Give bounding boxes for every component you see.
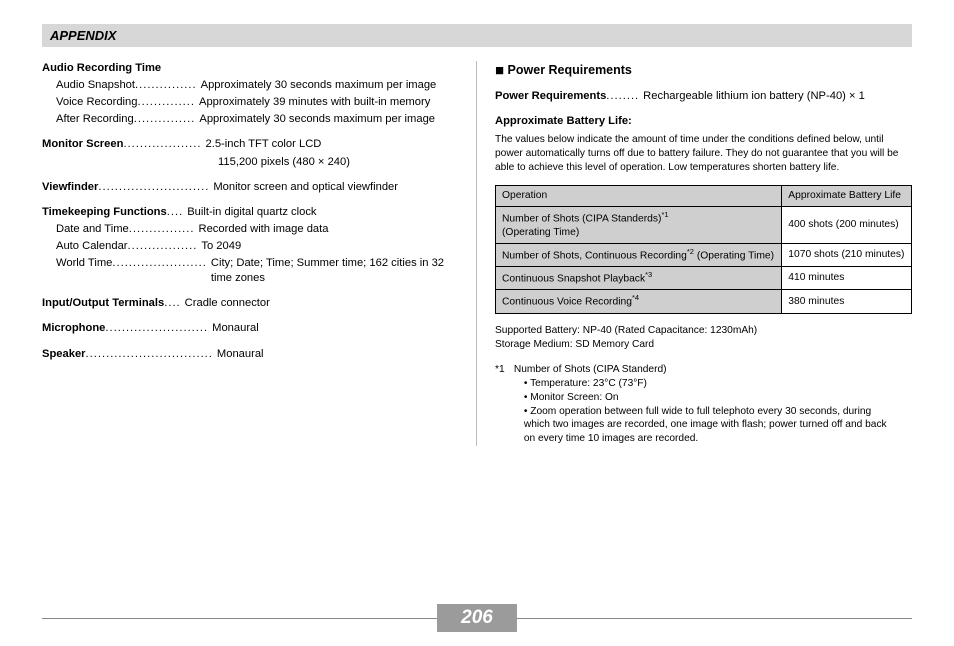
spec-label: Viewfinder [42,180,98,195]
col-battery-life: Approximate Battery Life [782,185,912,206]
supported-battery: Supported Battery: NP-40 (Rated Capacita… [495,324,912,338]
leader-dots: ........ [606,89,639,104]
monitor-group: Monitor Screen ................... 2.5-i… [42,137,458,169]
power-requirements-heading: ■ Power Requirements [495,61,912,81]
footnote-1: *1 Number of Shots (CIPA Standerd) Tempe… [495,363,912,446]
leader-dots: ................ [129,222,195,237]
op-cell: Number of Shots, Continuous Recording*2 … [496,243,782,266]
spec-value: Approximately 39 minutes with built-in m… [195,95,430,110]
val-cell: 400 shots (200 minutes) [782,206,912,243]
spec-value: Built-in digital quartz clock [183,205,316,220]
leader-dots: .............. [137,95,195,110]
timekeeping-group: Timekeeping Functions .... Built-in digi… [42,205,458,287]
footnote-bullets: Temperature: 23°C (73°F) Monitor Screen:… [514,377,894,446]
right-column: ■ Power Requirements Power Requirements … [477,61,912,446]
spec-label: Audio Snapshot [42,78,135,93]
leader-dots: ............... [134,112,196,127]
op-cell: Continuous Snapshot Playback*3 [496,267,782,290]
leader-dots: ....................... [112,256,207,286]
square-bullet-icon: ■ [495,62,504,79]
table-row: Continuous Voice Recording*4 380 minutes [496,290,912,313]
spec-label: Timekeeping Functions [42,205,167,220]
page-footer: 206 [42,604,912,632]
footer-line-right [517,618,912,619]
table-row: Number of Shots, Continuous Recording*2 … [496,243,912,266]
spec-value: Approximately 30 seconds maximum per ima… [195,112,435,127]
io-group: Input/Output Terminals .... Cradle conne… [42,296,458,311]
spec-label: World Time [42,256,112,286]
spec-label: Input/Output Terminals [42,296,164,311]
battery-life-table: Operation Approximate Battery Life Numbe… [495,185,912,314]
table-header-row: Operation Approximate Battery Life [496,185,912,206]
list-item: Temperature: 23°C (73°F) [524,377,894,391]
spec-label: Microphone [42,321,105,336]
leader-dots: ............... [135,78,197,93]
spec-value: Rechargeable lithium ion battery (NP-40)… [639,89,865,104]
battery-life-heading: Approximate Battery Life: [495,114,912,129]
power-req-spec: Power Requirements ........ Rechargeable… [495,89,912,104]
col-operation: Operation [496,185,782,206]
audio-heading: Audio Recording Time [42,61,161,76]
op-cell: Continuous Voice Recording*4 [496,290,782,313]
left-column: Audio Recording Time Audio Snapshot ....… [42,61,477,446]
val-cell: 380 minutes [782,290,912,313]
val-cell: 410 minutes [782,267,912,290]
content-columns: Audio Recording Time Audio Snapshot ....… [42,61,912,446]
leader-dots: ........................... [98,180,209,195]
footnote-marker: *1 [495,363,511,377]
spec-value: 2.5-inch TFT color LCD [202,137,322,152]
spec-value: Cradle connector [181,296,270,311]
spec-value: City; Date; Time; Summer time; 162 citie… [207,256,458,286]
spec-label: Date and Time [42,222,129,237]
mic-group: Microphone ......................... Mon… [42,321,458,336]
table-row: Continuous Snapshot Playback*3 410 minut… [496,267,912,290]
list-item: Zoom operation between full wide to full… [524,405,894,446]
spec-value: Monaural [208,321,259,336]
leader-dots: ......................... [105,321,208,336]
speaker-group: Speaker ............................... … [42,347,458,362]
leader-dots: ................. [128,239,198,254]
spec-value: To 2049 [197,239,241,254]
footnote-title: Number of Shots (CIPA Standerd) [514,364,667,375]
support-text: Supported Battery: NP-40 (Rated Capacita… [495,324,912,352]
spec-label: Monitor Screen [42,137,123,152]
audio-recording-group: Audio Recording Time Audio Snapshot ....… [42,61,458,127]
spec-label: Voice Recording [42,95,137,110]
spec-value: Monaural [213,347,264,362]
spec-value: Recorded with image data [195,222,329,237]
appendix-header: APPENDIX [42,24,912,47]
leader-dots: ................... [123,137,201,152]
spec-label: Auto Calendar [42,239,128,254]
leader-dots: ............................... [86,347,213,362]
val-cell: 1070 shots (210 minutes) [782,243,912,266]
viewfinder-group: Viewfinder ........................... M… [42,180,458,195]
storage-medium: Storage Medium: SD Memory Card [495,338,912,352]
spec-label: Speaker [42,347,86,362]
spec-value: Approximately 30 seconds maximum per ima… [197,78,437,93]
spec-label: Power Requirements [495,89,606,104]
leader-dots: .... [167,205,183,220]
list-item: Monitor Screen: On [524,391,894,405]
table-row: Number of Shots (CIPA Standerds)*1 (Oper… [496,206,912,243]
footer-line-left [42,618,437,619]
page-number: 206 [437,604,517,632]
spec-value: Monitor screen and optical viewfinder [209,180,398,195]
battery-life-description: The values below indicate the amount of … [495,133,912,174]
op-cell: Number of Shots (CIPA Standerds)*1 (Oper… [496,206,782,243]
spec-value-cont: 115,200 pixels (480 × 240) [218,155,458,170]
leader-dots: .... [164,296,180,311]
spec-label: After Recording [42,112,134,127]
section-title: Power Requirements [508,63,632,77]
